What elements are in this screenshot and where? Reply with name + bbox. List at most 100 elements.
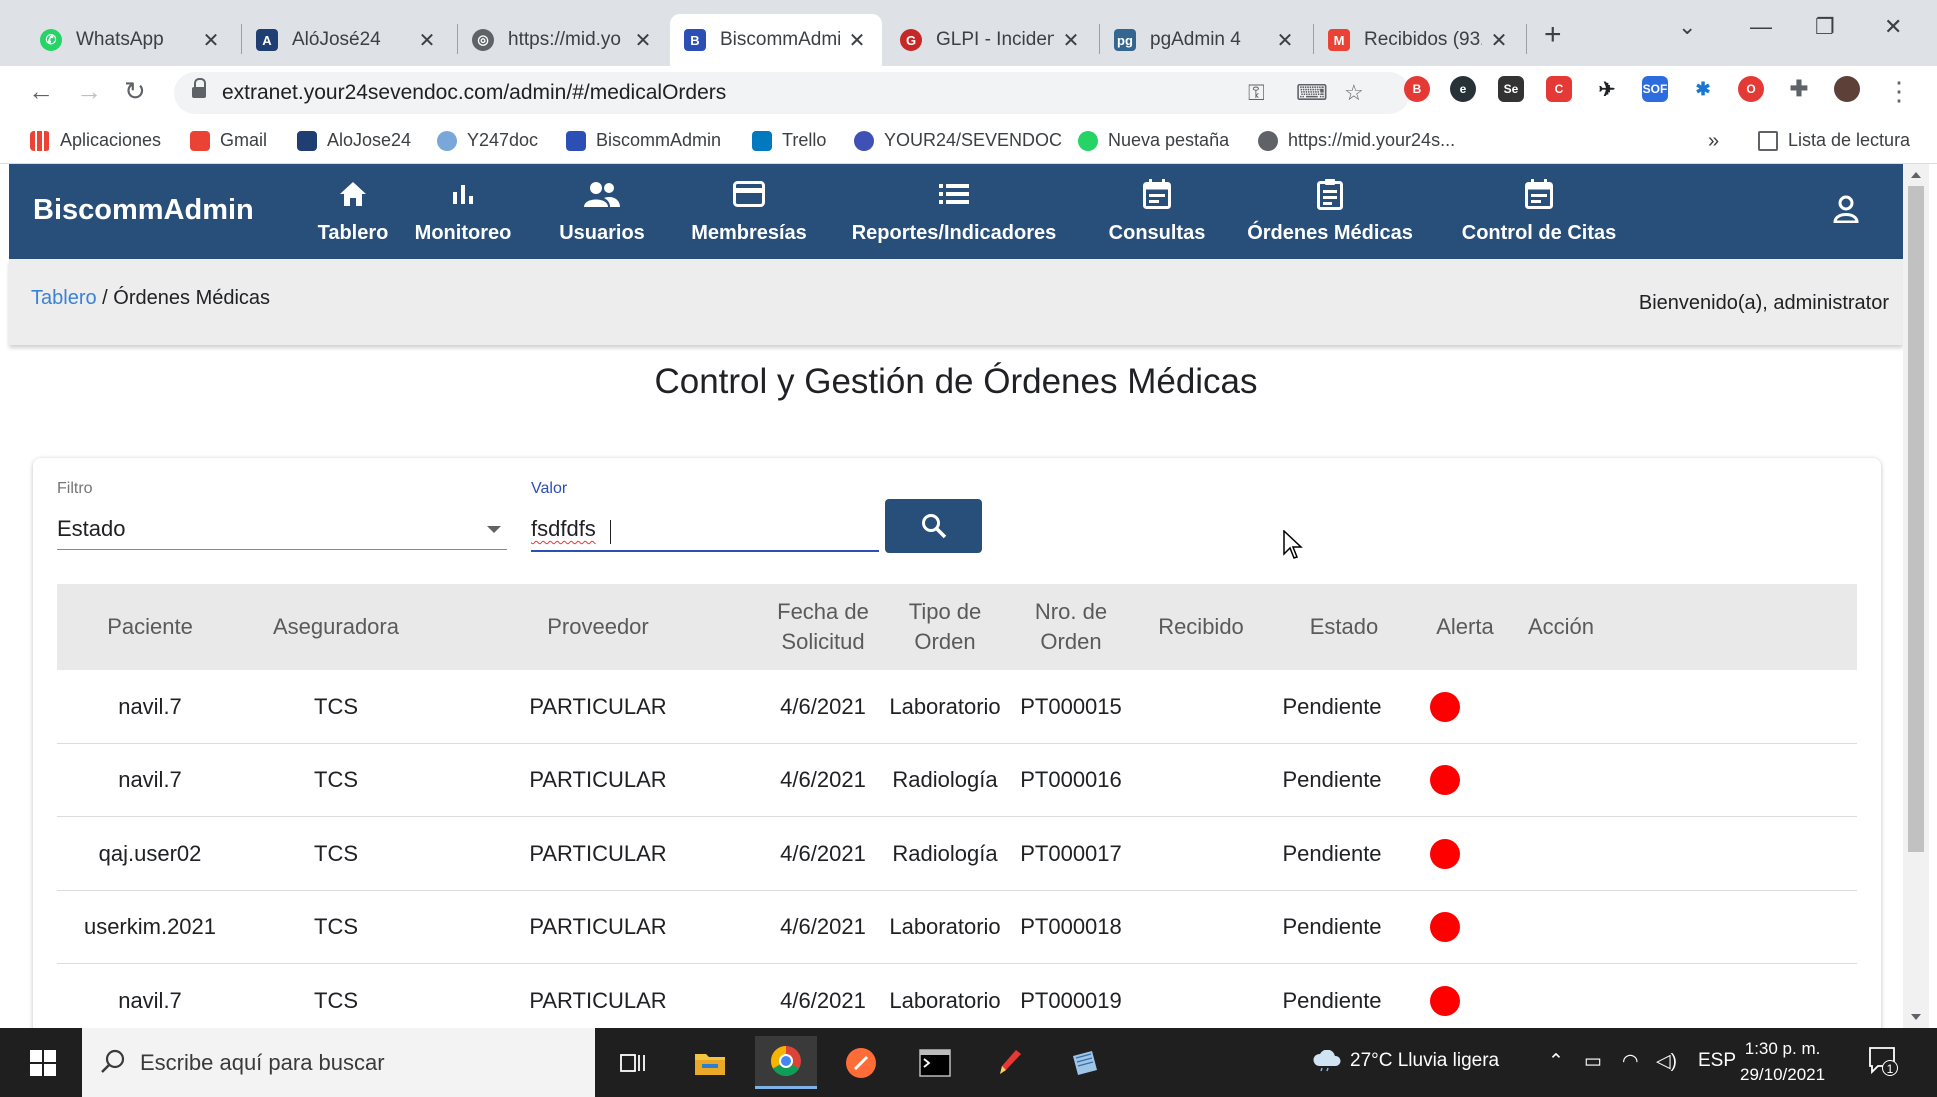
browser-tab-gmail[interactable]: M Recibidos (931 ✕ <box>1314 14 1524 66</box>
address-bar[interactable]: extranet.your24sevendoc.com/admin/#/medi… <box>174 72 1410 114</box>
bookmark-biscommadmin[interactable]: BiscommAdmin <box>566 130 721 151</box>
extensions-puzzle-icon[interactable]: ✚ <box>1786 76 1812 102</box>
value-input[interactable]: fsdfdfs <box>531 510 879 552</box>
table-row[interactable]: navil.7 TCS PARTICULAR 4/6/2021 Radiolog… <box>57 744 1857 817</box>
chrome-taskbar-icon[interactable] <box>755 1036 817 1089</box>
new-tab-button[interactable]: + <box>1544 18 1562 52</box>
table-row[interactable]: userkim.2021 TCS PARTICULAR 4/6/2021 Lab… <box>57 891 1857 964</box>
scrollbar-thumb[interactable] <box>1908 186 1924 852</box>
scroll-up-icon[interactable] <box>1911 172 1921 178</box>
table-row[interactable]: navil.7 TCS PARTICULAR 4/6/2021 Laborato… <box>57 964 1857 1038</box>
browser-tab-pgadmin[interactable]: pg pgAdmin 4 ✕ <box>1100 14 1310 66</box>
extension-c-icon[interactable]: C <box>1546 76 1572 102</box>
terminal-taskbar-icon[interactable] <box>904 1036 966 1089</box>
nav-usuarios[interactable]: Usuarios <box>539 164 665 259</box>
show-hidden-icons-icon[interactable]: ⌃ <box>1548 1050 1564 1073</box>
extension-opera-icon[interactable]: O <box>1738 76 1764 102</box>
table-row[interactable]: navil.7 TCS PARTICULAR 4/6/2021 Laborato… <box>57 670 1857 744</box>
bookmark-nueva-pestana[interactable]: Nueva pestaña <box>1078 130 1229 151</box>
close-tab-icon[interactable]: ✕ <box>1274 28 1296 53</box>
extension-selenium-icon[interactable]: Se <box>1498 76 1524 102</box>
forward-arrow-icon[interactable]: → <box>76 76 102 107</box>
close-tab-icon[interactable]: ✕ <box>200 28 222 53</box>
column-header-tipo[interactable]: Tipo de Orden <box>879 584 1011 670</box>
volume-icon[interactable]: ◁) <box>1656 1050 1677 1073</box>
nav-tablero[interactable]: Tablero <box>305 164 401 259</box>
battery-icon[interactable]: ▭ <box>1584 1050 1602 1073</box>
close-tab-icon[interactable]: ✕ <box>1060 28 1082 53</box>
browser-tab-alojose24[interactable]: A AlóJosé24 ✕ <box>242 14 452 66</box>
notification-center-icon[interactable]: 1 <box>1868 1046 1898 1081</box>
user-account-icon[interactable] <box>1833 195 1859 228</box>
bookmark-apps[interactable]: Aplicaciones <box>30 130 161 151</box>
extension-sof-icon[interactable]: SOF <box>1642 76 1668 102</box>
bookmark-star-icon[interactable]: ☆ <box>1344 80 1364 106</box>
language-indicator[interactable]: ESP <box>1698 1050 1736 1072</box>
bookmark-gmail[interactable]: Gmail <box>190 130 267 151</box>
extension-adblock-icon[interactable]: B <box>1404 76 1430 102</box>
bookmark-mid-your24s[interactable]: https://mid.your24s... <box>1258 130 1455 151</box>
extension-e-icon[interactable]: e <box>1450 76 1476 102</box>
browser-tab-glpi[interactable]: G GLPI - Incident ✕ <box>886 14 1096 66</box>
reading-list-button[interactable]: Lista de lectura <box>1758 130 1910 151</box>
nav-monitoreo[interactable]: Monitoreo <box>403 164 523 259</box>
column-header-estado[interactable]: Estado <box>1271 584 1417 670</box>
browser-tab-mid[interactable]: ◎ https://mid.yo ✕ <box>458 14 668 66</box>
extension-x-icon[interactable]: ✱ <box>1690 76 1716 102</box>
column-header-recibido[interactable]: Recibido <box>1131 584 1271 670</box>
close-tab-icon[interactable]: ✕ <box>416 28 438 53</box>
column-header-fecha[interactable]: Fecha de Solicitud <box>767 584 879 670</box>
bookmark-y247doc[interactable]: Y247doc <box>437 130 538 151</box>
close-tab-icon[interactable]: ✕ <box>846 28 868 53</box>
nav-consultas[interactable]: Consultas <box>1097 164 1217 259</box>
back-arrow-icon[interactable]: ← <box>28 76 54 107</box>
page-scrollbar[interactable] <box>1903 164 1929 1028</box>
nav-control-de-citas[interactable]: Control de Citas <box>1449 164 1629 259</box>
close-tab-icon[interactable]: ✕ <box>1488 28 1510 53</box>
taskbar-clock[interactable]: 1:30 p. m. 29/10/2021 <box>1740 1036 1825 1088</box>
taskbar-search-box[interactable]: Escribe aquí para buscar <box>82 1028 595 1097</box>
app-brand[interactable]: BiscommAdmin <box>33 194 254 227</box>
tab-search-icon[interactable]: ⌄ <box>1678 14 1696 40</box>
close-window-icon[interactable]: ✕ <box>1884 14 1902 40</box>
close-tab-icon[interactable]: ✕ <box>632 28 654 53</box>
table-row[interactable]: qaj.user02 TCS PARTICULAR 4/6/2021 Radio… <box>57 817 1857 891</box>
pen-app-taskbar-icon[interactable] <box>978 1036 1040 1089</box>
lock-icon[interactable] <box>192 78 206 100</box>
windows-start-icon[interactable] <box>30 1050 56 1076</box>
extension-arrow-icon[interactable]: ✈ <box>1594 76 1620 102</box>
browser-menu-icon[interactable]: ⋮ <box>1886 76 1912 107</box>
column-header-proveedor[interactable]: Proveedor <box>429 584 767 670</box>
key-icon[interactable]: ⚿ <box>1248 80 1265 106</box>
column-header-accion[interactable]: Acción <box>1513 584 1609 670</box>
nav-membresias[interactable]: Membresías <box>679 164 819 259</box>
search-button[interactable] <box>885 499 982 553</box>
column-header-nro[interactable]: Nro. de Orden <box>1011 584 1131 670</box>
column-header-paciente[interactable]: Paciente <box>57 584 243 670</box>
nav-ordenes-medicas[interactable]: Órdenes Médicas <box>1235 164 1425 259</box>
nav-reportes-indicadores[interactable]: Reportes/Indicadores <box>845 164 1063 259</box>
bookmarks-overflow-icon[interactable]: » <box>1708 130 1719 153</box>
profile-avatar[interactable] <box>1834 76 1860 102</box>
filter-select[interactable]: Estado <box>57 510 507 550</box>
reload-icon[interactable]: ↻ <box>124 76 146 107</box>
bookmark-alojose24[interactable]: AloJose24 <box>297 130 411 151</box>
translate-icon[interactable]: ⌨ <box>1296 80 1328 106</box>
minimize-icon[interactable]: — <box>1750 14 1772 40</box>
column-header-aseguradora[interactable]: Aseguradora <box>243 584 429 670</box>
bookmark-your24sevendoc[interactable]: YOUR24/SEVENDOC <box>854 130 1062 151</box>
browser-tab-biscommadmin[interactable]: B BiscommAdmi ✕ <box>670 14 882 66</box>
weather-widget[interactable]: 27°C Lluvia ligera <box>1312 1049 1499 1072</box>
restore-icon[interactable]: ❐ <box>1815 14 1835 40</box>
notepad-taskbar-icon[interactable] <box>1054 1036 1116 1089</box>
file-explorer-icon[interactable] <box>679 1036 741 1089</box>
postman-taskbar-icon[interactable] <box>830 1036 892 1089</box>
browser-tab-whatsapp[interactable]: ✆ WhatsApp ✕ <box>26 14 236 66</box>
scroll-down-icon[interactable] <box>1911 1014 1921 1020</box>
breadcrumb-link-tablero[interactable]: Tablero <box>31 287 97 309</box>
bookmark-trello[interactable]: Trello <box>752 130 826 151</box>
url-text[interactable]: extranet.your24sevendoc.com/admin/#/medi… <box>222 81 726 105</box>
task-view-icon[interactable] <box>602 1036 664 1089</box>
column-header-alerta[interactable]: Alerta <box>1417 584 1513 670</box>
wifi-icon[interactable]: ◠ <box>1622 1050 1639 1073</box>
